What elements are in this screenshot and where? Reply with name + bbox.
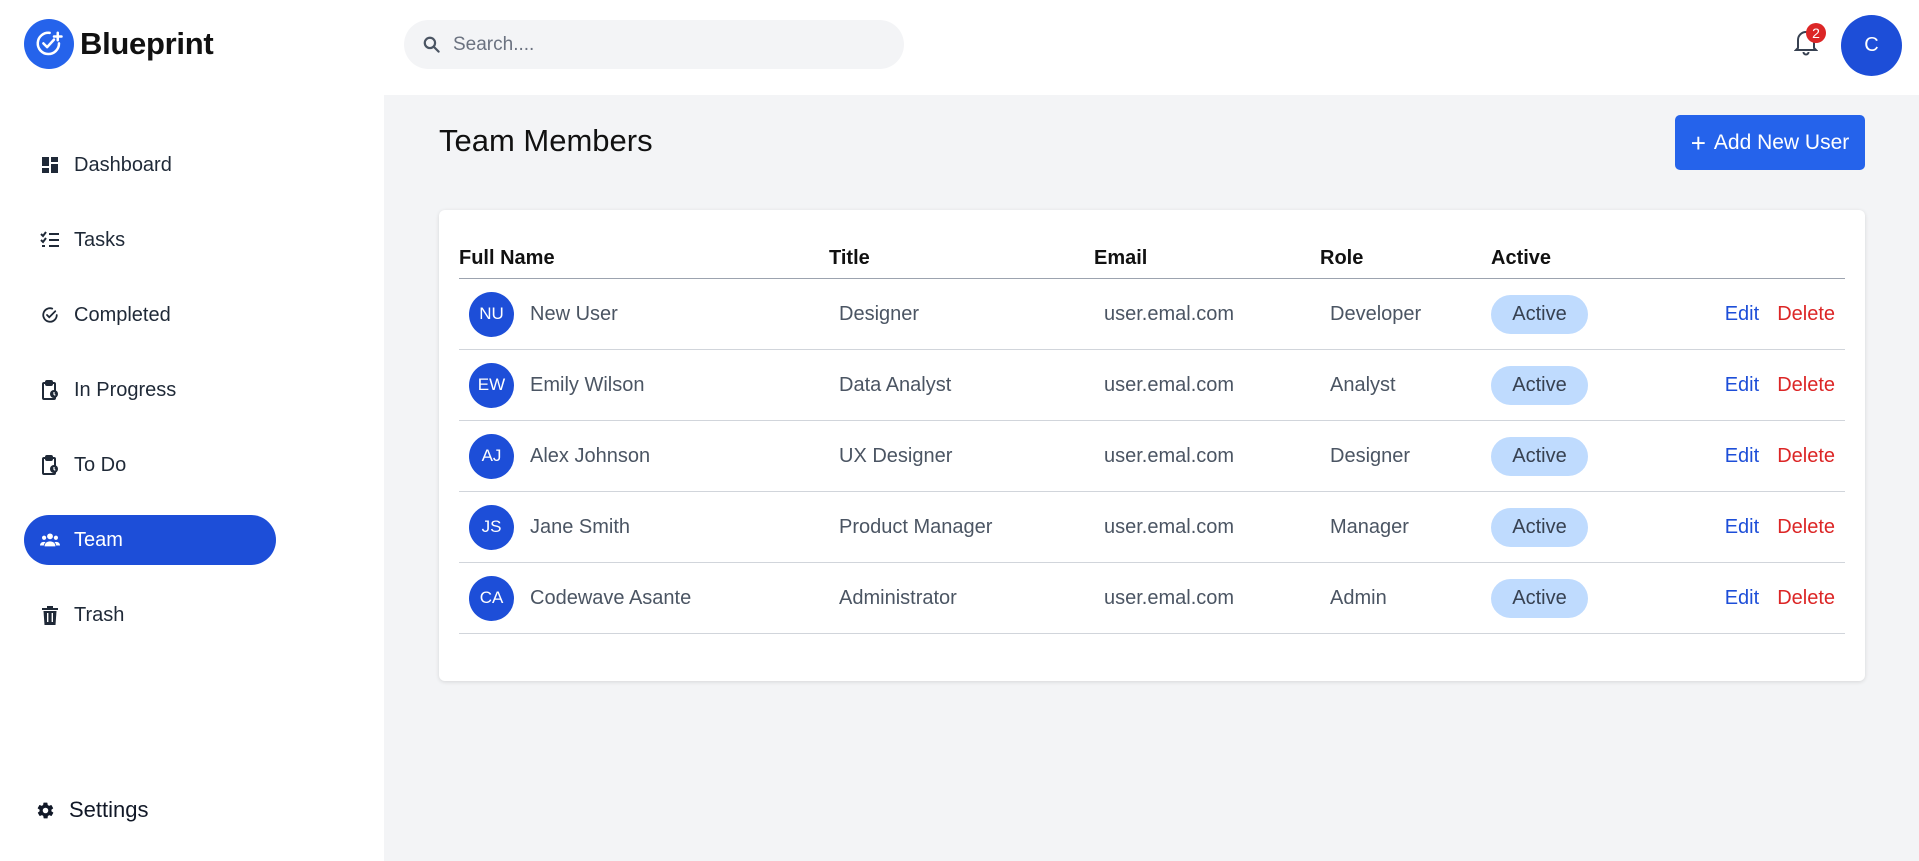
tasks-list-icon xyxy=(40,230,60,250)
avatar: CA xyxy=(469,575,514,621)
delete-button[interactable]: Delete xyxy=(1777,445,1835,467)
sidebar-item-label: Team xyxy=(74,528,123,551)
gear-icon xyxy=(36,801,55,820)
member-email: user.emal.com xyxy=(1094,349,1320,421)
edit-button[interactable]: Edit xyxy=(1725,445,1759,467)
delete-button[interactable]: Delete xyxy=(1777,303,1835,325)
status-badge: Active xyxy=(1491,294,1588,334)
add-new-user-label: Add New User xyxy=(1713,130,1850,154)
sidebar-item-todo[interactable]: To Do xyxy=(24,440,276,490)
member-title: Designer xyxy=(829,278,1094,350)
notifications-button[interactable]: 2 xyxy=(1793,23,1826,60)
member-email: user.emal.com xyxy=(1094,562,1320,634)
member-title: Data Analyst xyxy=(829,349,1094,421)
member-name: New User xyxy=(530,302,618,325)
sidebar-item-team[interactable]: Team xyxy=(24,515,276,565)
search-bar[interactable] xyxy=(404,20,904,69)
clipboard-clock-icon xyxy=(40,380,60,400)
avatar: EW xyxy=(469,362,514,408)
team-table-card: Full Name Title Email Role Active NU New … xyxy=(439,210,1865,681)
status-badge: Active xyxy=(1491,507,1588,547)
edit-button[interactable]: Edit xyxy=(1725,587,1759,609)
column-header-role: Role xyxy=(1320,238,1491,279)
column-header-title: Title xyxy=(829,238,1094,279)
column-header-active: Active xyxy=(1491,238,1661,279)
clipboard-clock-icon xyxy=(40,455,60,475)
search-icon xyxy=(422,35,441,54)
table-row: JS Jane Smith Product Manager user.emal.c… xyxy=(459,491,1845,563)
plus-icon: + xyxy=(1690,127,1706,158)
member-name: Alex Johnson xyxy=(530,444,651,467)
member-title: UX Designer xyxy=(829,420,1094,492)
sidebar-item-dashboard[interactable]: Dashboard xyxy=(24,140,276,190)
check-circle-icon xyxy=(40,305,60,325)
edit-button[interactable]: Edit xyxy=(1725,374,1759,396)
member-title: Product Manager xyxy=(829,491,1094,563)
sidebar-item-label: Trash xyxy=(74,603,125,626)
edit-button[interactable]: Edit xyxy=(1725,516,1759,538)
member-role: Admin xyxy=(1320,562,1491,634)
table-row: NU New User Designer user.emal.com Develo… xyxy=(459,278,1845,350)
add-new-user-button[interactable]: + Add New User xyxy=(1675,115,1865,170)
dashboard-icon xyxy=(40,155,60,175)
member-email: user.emal.com xyxy=(1094,278,1320,350)
member-name: Jane Smith xyxy=(530,515,631,538)
column-header-email: Email xyxy=(1094,238,1320,279)
member-title: Administrator xyxy=(829,562,1094,634)
brand[interactable]: Blueprint xyxy=(24,19,214,69)
sidebar-item-tasks[interactable]: Tasks xyxy=(24,215,276,265)
member-email: user.emal.com xyxy=(1094,420,1320,492)
sidebar-item-label: Tasks xyxy=(74,228,126,251)
sidebar: Blueprint Dashboard Tasks Completed In P… xyxy=(0,0,384,861)
team-table: Full Name Title Email Role Active NU New … xyxy=(459,238,1845,634)
member-role: Developer xyxy=(1320,278,1491,350)
table-row: AJ Alex Johnson UX Designer user.emal.com… xyxy=(459,420,1845,492)
trash-icon xyxy=(40,605,60,625)
main-content: Team Members + Add New User Full Name Ti… xyxy=(384,95,1919,861)
page-title: Team Members xyxy=(439,123,653,158)
settings-link[interactable]: Settings xyxy=(36,797,149,823)
table-row: EW Emily Wilson Data Analyst user.emal.co… xyxy=(459,349,1845,421)
member-role: Analyst xyxy=(1320,349,1491,421)
user-avatar[interactable]: C xyxy=(1841,15,1902,76)
member-email: user.emal.com xyxy=(1094,491,1320,563)
table-row: CA Codewave Asante Administrator user.ema… xyxy=(459,562,1845,634)
status-badge: Active xyxy=(1491,436,1588,476)
member-role: Manager xyxy=(1320,491,1491,563)
sidebar-item-label: Completed xyxy=(74,303,171,326)
delete-button[interactable]: Delete xyxy=(1777,587,1835,609)
top-header: 2 C xyxy=(384,0,1919,95)
users-icon xyxy=(40,530,60,550)
sidebar-item-completed[interactable]: Completed xyxy=(24,290,276,340)
member-name: Codewave Asante xyxy=(530,586,692,609)
avatar: JS xyxy=(469,504,514,550)
sidebar-item-trash[interactable]: Trash xyxy=(24,590,276,640)
column-header-full-name: Full Name xyxy=(459,238,829,279)
sidebar-nav: Dashboard Tasks Completed In Progress To… xyxy=(24,140,276,665)
avatar: NU xyxy=(469,291,514,337)
sidebar-item-label: Dashboard xyxy=(74,153,172,176)
sidebar-item-label: To Do xyxy=(74,453,127,476)
avatar: AJ xyxy=(469,433,514,479)
search-input[interactable] xyxy=(451,32,875,57)
sidebar-item-in-progress[interactable]: In Progress xyxy=(24,365,276,415)
status-badge: Active xyxy=(1491,365,1588,405)
notification-badge: 2 xyxy=(1806,23,1826,43)
settings-label: Settings xyxy=(69,797,149,822)
column-header-actions xyxy=(1661,238,1845,279)
delete-button[interactable]: Delete xyxy=(1777,374,1835,396)
logo-check-icon xyxy=(24,19,74,69)
member-name: Emily Wilson xyxy=(530,373,645,396)
table-header-row: Full Name Title Email Role Active xyxy=(459,238,1845,279)
member-role: Designer xyxy=(1320,420,1491,492)
edit-button[interactable]: Edit xyxy=(1725,303,1759,325)
delete-button[interactable]: Delete xyxy=(1777,516,1835,538)
sidebar-item-label: In Progress xyxy=(74,378,177,401)
status-badge: Active xyxy=(1491,578,1588,618)
brand-name: Blueprint xyxy=(80,26,214,61)
